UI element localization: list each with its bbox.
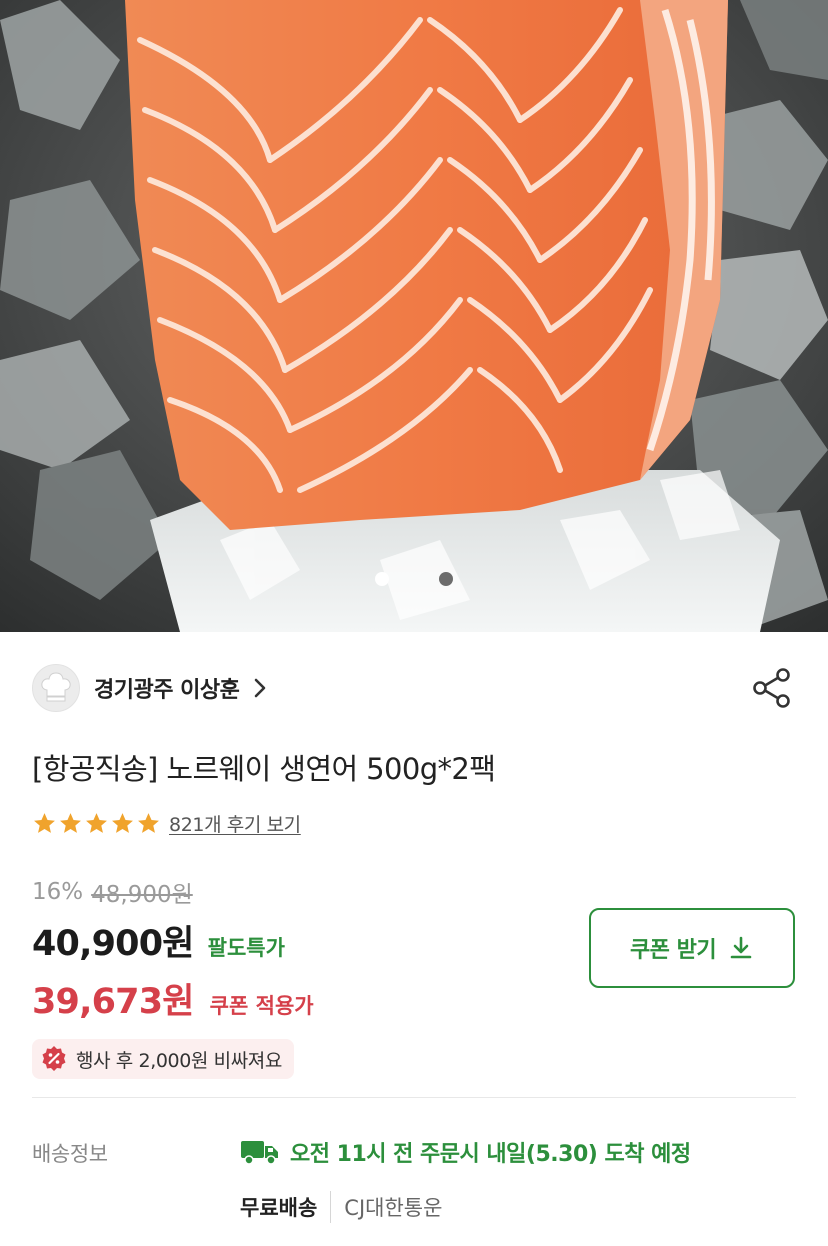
star-icon	[112, 813, 133, 833]
coupon-price: 39,673원	[32, 982, 194, 1022]
get-coupon-button[interactable]: 쿠폰 받기	[589, 908, 795, 988]
delivery-eta-row: 오전 11시 전 주문시 내일(5.30) 도착 예정	[240, 1136, 691, 1168]
delivery-meta-row: 무료배송 CJ대한통운	[240, 1191, 442, 1223]
carousel-dot-1[interactable]	[375, 572, 389, 586]
original-price: 48,900원	[91, 882, 193, 908]
get-coupon-label: 쿠폰 받기	[629, 938, 717, 963]
delivery-separator	[330, 1191, 332, 1223]
salmon-photo	[0, 0, 828, 632]
sale-price: 40,900원	[32, 924, 194, 964]
chevron-right-icon	[253, 677, 275, 699]
share-icon	[753, 668, 790, 708]
discount-row: 16% 48,900원	[32, 875, 193, 909]
delivery-fee: 무료배송	[240, 1196, 318, 1220]
coupon-price-row: 39,673원 쿠폰 적용가	[32, 973, 314, 1024]
download-icon	[730, 936, 752, 959]
price-notice-badge: 행사 후 2,000원 비싸져요	[32, 1039, 294, 1079]
rating-row: 821개 후기 보기	[32, 810, 301, 837]
seller-link[interactable]: 경기광주 이상훈	[32, 663, 275, 713]
delivery-label: 배송정보	[32, 1142, 108, 1166]
star-icon	[60, 813, 81, 833]
star-icon	[34, 813, 55, 833]
price-notice-text: 행사 후 2,000원 비싸져요	[76, 1049, 282, 1072]
seller-name: 경기광주 이상훈	[94, 678, 240, 703]
review-link[interactable]: 821개 후기 보기	[169, 810, 301, 837]
star-icon	[86, 813, 107, 833]
discount-rate: 16%	[32, 879, 84, 905]
carousel-indicator	[0, 572, 828, 586]
coupon-price-label: 쿠폰 적용가	[209, 994, 314, 1018]
chef-hat-icon	[41, 672, 71, 702]
star-icon	[138, 813, 159, 833]
price-row: 40,900원 팔도특가	[32, 915, 285, 966]
star-rating	[32, 811, 161, 836]
special-price-label: 팔도특가	[207, 936, 285, 960]
seller-avatar	[32, 664, 80, 712]
discount-badge-icon	[42, 1046, 66, 1071]
carousel-dot-2[interactable]	[439, 572, 453, 586]
section-divider	[32, 1097, 796, 1098]
share-button[interactable]	[750, 666, 794, 710]
delivery-carrier: CJ대한통운	[344, 1196, 443, 1220]
product-title: [항공직송] 노르웨이 생연어 500g*2팩	[32, 752, 496, 786]
product-image[interactable]	[0, 0, 828, 632]
delivery-eta-text: 오전 11시 전 주문시 내일(5.30) 도착 예정	[290, 1142, 691, 1167]
delivery-truck-icon	[241, 1141, 278, 1165]
